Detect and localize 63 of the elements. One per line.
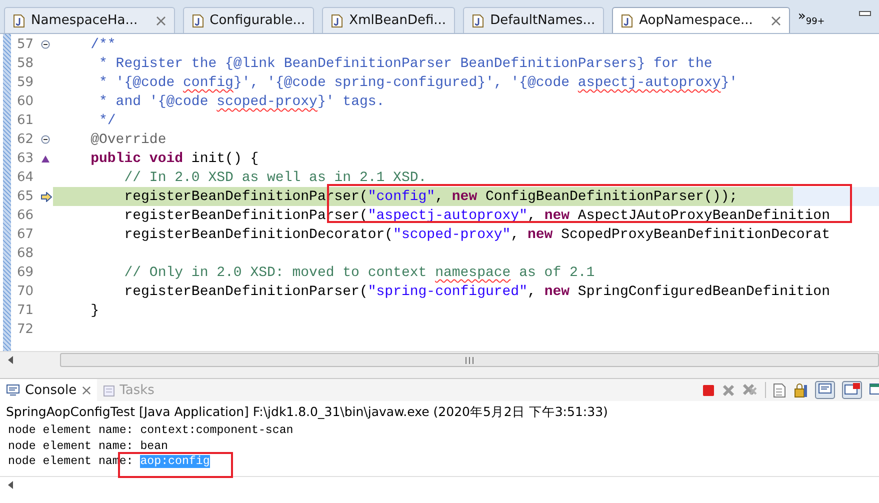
file-icon	[192, 14, 204, 28]
window-icon[interactable]	[869, 382, 879, 398]
editor-tab[interactable]: DefaultNames...	[463, 7, 604, 33]
line-number: 58	[16, 56, 35, 71]
minimize-icon[interactable]	[859, 11, 871, 17]
line-number: 59	[16, 75, 35, 90]
editor-tab[interactable]: Configurable...	[182, 7, 314, 33]
line-number: 69	[16, 265, 35, 280]
console-output-line: node element name: context:component-scan	[8, 424, 294, 437]
code-line: registerBeanDefinitionDecorator("scoped-proxy", new ScopedProxyBeanDefinitionDecorat	[123, 226, 831, 244]
code-line: * '{@code config}', '{@code spring-configured}', '{@code aspectj-autoproxy}'	[98, 74, 739, 92]
grip-icon	[465, 356, 474, 364]
file-icon	[621, 14, 634, 28]
line-number: 66	[16, 208, 35, 223]
code-line: // Only in 2.0 XSD: moved to context namespace as of 2.1	[123, 264, 596, 282]
more-tabs-button[interactable]: »$_{99+}$	[798, 7, 825, 33]
code-line: registerBeanDefinitionParser("spring-configured", new SpringConfiguredBeanDefinition	[123, 282, 831, 301]
code-line: */	[98, 112, 117, 130]
editor-tab[interactable]: XmlBeanDefi...	[322, 7, 456, 33]
line-number: 71	[16, 303, 35, 318]
scroll-left-icon[interactable]	[8, 481, 14, 489]
document-icon[interactable]	[773, 382, 787, 398]
close-icon[interactable]	[82, 386, 91, 394]
remove-all-icon[interactable]	[742, 383, 758, 397]
line-number: 67	[16, 227, 35, 242]
line-number: 62	[16, 132, 35, 147]
monitor-error-icon[interactable]	[842, 381, 862, 399]
horizontal-scrollbar[interactable]	[0, 351, 879, 368]
line-number: 60	[16, 94, 35, 109]
line-number: 72	[16, 322, 35, 337]
console-output-line: node element name: bean	[8, 440, 168, 452]
clipboard-icon	[102, 384, 115, 396]
line-number: 63	[16, 151, 35, 166]
process-title: SpringAopConfigTest [Java Application] F:\jdk1.8.0_31\bin\javaw.exe (2020年5月2日 下午3:51:33)	[5, 403, 609, 421]
close-icon[interactable]	[770, 16, 781, 26]
code-line: /**	[90, 36, 117, 54]
code-line: // In 2.0 XSD as well as in 2.1 XSD.	[123, 168, 428, 187]
line-number: 57	[16, 37, 35, 52]
file-icon	[472, 14, 484, 28]
scroll-left-icon[interactable]	[8, 356, 14, 364]
code-line: }	[90, 302, 100, 320]
code-line: * Register the {@link BeanDefinitionParser BeanDefinitionParsers} for the	[98, 54, 714, 73]
view-tab[interactable]: Console	[0, 379, 97, 401]
file-icon	[331, 14, 344, 28]
code-line: * and '{@code scoped-proxy}' tags.	[98, 92, 386, 111]
line-number: 70	[16, 284, 35, 299]
line-number: 61	[16, 113, 35, 128]
remove-icon[interactable]	[722, 384, 735, 396]
monitor-icon[interactable]	[815, 381, 835, 399]
code-line: public void init() {	[90, 150, 260, 168]
monitor-icon	[6, 384, 20, 396]
code-line: @Override	[90, 130, 168, 149]
close-icon[interactable]	[156, 16, 166, 26]
collapse-icon[interactable]	[41, 40, 50, 49]
collapse-icon[interactable]	[41, 135, 50, 144]
stop-icon[interactable]	[702, 384, 715, 396]
line-number: 68	[16, 246, 35, 261]
file-icon	[13, 14, 25, 28]
line-number: 65	[16, 189, 35, 204]
line-number: 64	[16, 170, 35, 185]
editor-tab[interactable]: NamespaceHa...	[4, 7, 175, 33]
lock-icon[interactable]	[794, 382, 808, 398]
editor-tab[interactable]: AopNamespace...	[612, 7, 790, 33]
